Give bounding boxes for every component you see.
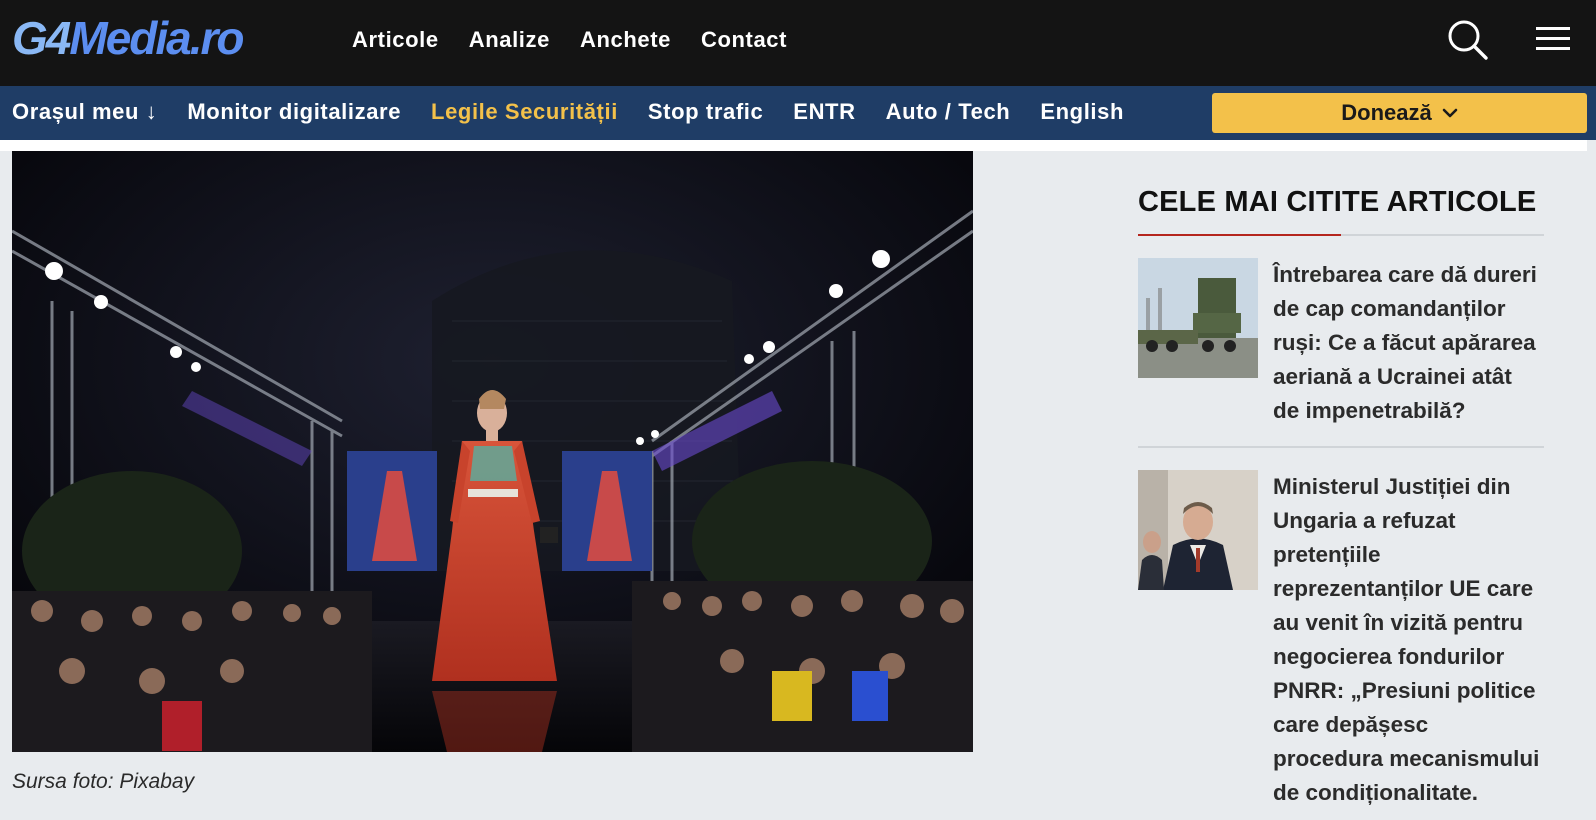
subnav-english[interactable]: English (1040, 96, 1124, 128)
article-title[interactable]: Ministerul Justiției din Ungaria a refuz… (1273, 470, 1544, 810)
subnav-entr[interactable]: ENTR (793, 96, 855, 128)
subnav-monitor-digitalizare[interactable]: Monitor digitalizare (187, 96, 401, 128)
article-title[interactable]: Întrebarea care dă dureri de cap comanda… (1273, 258, 1544, 428)
main-nav: Articole Analize Anchete Contact (352, 24, 817, 56)
sidebar-title: CELE MAI CITITE ARTICOLE (1138, 186, 1537, 218)
list-item[interactable]: Ministerul Justiției din Ungaria a refuz… (1138, 446, 1544, 820)
hamburger-menu-icon[interactable] (1534, 22, 1574, 56)
chevron-down-icon (1442, 108, 1458, 118)
content-top-strip (0, 140, 1587, 151)
subnav-orasul-meu[interactable]: Orașul meu ↓ (12, 96, 157, 128)
nav-articole[interactable]: Articole (352, 24, 439, 56)
nav-contact[interactable]: Contact (701, 24, 787, 56)
nav-analize[interactable]: Analize (469, 24, 550, 56)
logo-prefix: G4 (12, 12, 71, 64)
most-read-sidebar: CELE MAI CITITE ARTICOLE Întrebarea care… (1138, 182, 1544, 820)
donate-button[interactable]: Donează (1212, 93, 1587, 133)
secondary-nav-bar: Orașul meu ↓ Monitor digitalizare Legile… (0, 86, 1596, 140)
hero-caption: Sursa foto: Pixabay (12, 770, 195, 793)
sidebar-divider (1138, 234, 1544, 236)
logo-main: Media.ro (69, 12, 244, 64)
site-logo[interactable]: G4Media.ro (12, 12, 245, 64)
nav-anchete[interactable]: Anchete (580, 24, 671, 56)
secondary-nav: Orașul meu ↓ Monitor digitalizare Legile… (12, 96, 1154, 128)
donate-label: Donează (1341, 100, 1432, 125)
article-thumbnail[interactable] (1138, 470, 1258, 590)
article-thumbnail[interactable] (1138, 258, 1258, 378)
list-item[interactable]: Întrebarea care dă dureri de cap comanda… (1138, 236, 1544, 446)
subnav-stop-trafic[interactable]: Stop trafic (648, 96, 763, 128)
subnav-legile-securitatii[interactable]: Legile Securității (431, 96, 618, 128)
article-hero-image (12, 151, 973, 752)
top-header: G4Media.ro Articole Analize Anchete Cont… (0, 0, 1596, 86)
search-icon[interactable] (1446, 18, 1490, 62)
subnav-auto-tech[interactable]: Auto / Tech (886, 96, 1011, 128)
